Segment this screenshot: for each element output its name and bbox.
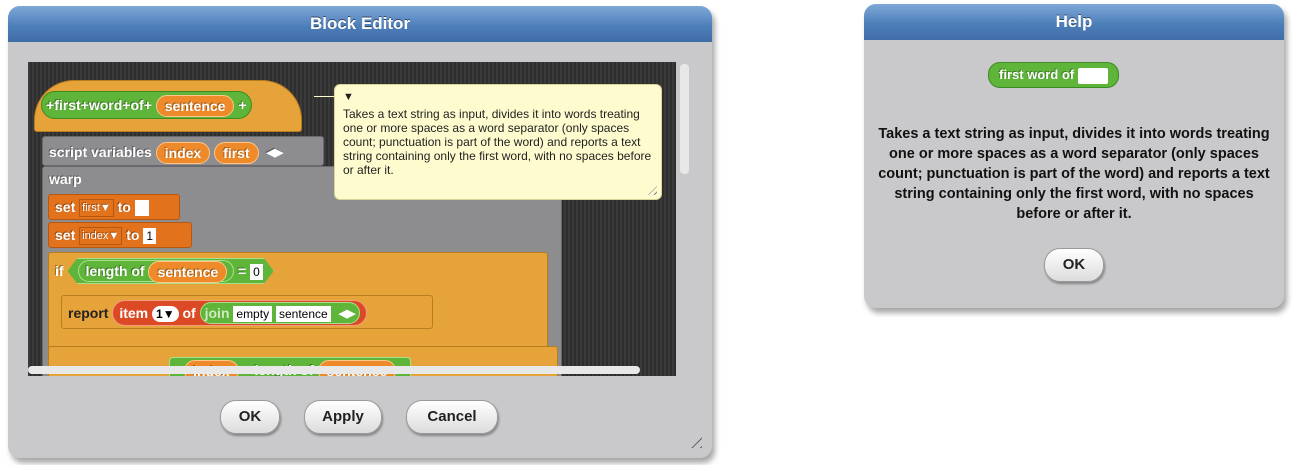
value-input[interactable]: 1 <box>143 228 156 245</box>
prototype-label-of[interactable]: of <box>130 97 143 113</box>
to-label: to <box>117 199 131 215</box>
var-first[interactable]: first <box>214 142 259 165</box>
comment-connector <box>314 96 336 97</box>
arrows-icon[interactable]: ◀▶ <box>339 304 356 324</box>
set-index-block[interactable]: set index▼ to 1 <box>48 222 192 248</box>
plus-icon[interactable]: + <box>46 97 54 113</box>
index-dropdown[interactable]: 1▼ <box>152 306 179 322</box>
set-label: set <box>55 199 76 215</box>
vertical-scrollbar[interactable] <box>680 64 689 174</box>
length-of-reporter[interactable]: length of sentence <box>78 260 234 282</box>
resize-handle-icon[interactable] <box>686 432 702 448</box>
ok-button[interactable]: OK <box>220 400 280 434</box>
sentence-input[interactable]: sentence <box>275 306 331 323</box>
plus-icon[interactable]: + <box>238 97 246 113</box>
help-title[interactable]: Help <box>864 4 1284 40</box>
script-variables-block[interactable]: script variables index first ◀▶ <box>42 136 324 166</box>
empty-input[interactable]: empty <box>233 306 273 323</box>
value-input[interactable]: 0 <box>250 264 263 280</box>
ok-button[interactable]: OK <box>1044 248 1104 282</box>
custom-block-hat[interactable]: +first+word+of+ sentence + <box>34 80 302 132</box>
report-label: report <box>68 305 109 321</box>
var-sentence[interactable]: sentence <box>148 261 227 283</box>
equals-label: = <box>238 263 247 279</box>
prototype-block[interactable]: +first+word+of+ sentence + <box>41 91 252 119</box>
of-label: of <box>182 305 196 321</box>
apply-button[interactable]: Apply <box>304 400 382 434</box>
cancel-button[interactable]: Cancel <box>406 400 498 434</box>
length-of-label: length of <box>85 263 145 279</box>
warp-label: warp <box>49 171 82 187</box>
first-word-of-block[interactable]: first word of <box>988 62 1119 88</box>
block-editor-title[interactable]: Block Editor <box>8 6 712 42</box>
join-reporter[interactable]: join empty sentence ◀▶ <box>199 302 361 324</box>
item-label: item <box>119 305 149 321</box>
comment-text[interactable]: Takes a text string as input, divides it… <box>343 107 653 177</box>
item-of-reporter[interactable]: item 1▼ of join empty sentence ◀▶ <box>112 300 368 326</box>
var-dropdown[interactable]: first▼ <box>79 199 114 218</box>
help-text: Takes a text string as input, divides it… <box>878 126 1270 222</box>
prototype-label-word[interactable]: word <box>89 97 122 113</box>
script-variables-label: script variables <box>49 144 152 160</box>
var-dropdown[interactable]: index▼ <box>79 227 123 246</box>
block-input[interactable] <box>1077 67 1108 84</box>
value-input[interactable] <box>134 200 149 217</box>
report-block[interactable]: report item 1▼ of join empty sentence ◀▶ <box>61 295 433 329</box>
to-label: to <box>126 227 140 243</box>
arrows-icon[interactable]: ◀▶ <box>266 138 283 168</box>
set-label: set <box>55 227 76 243</box>
prototype-label-first[interactable]: first <box>54 97 80 113</box>
resize-icon[interactable] <box>648 186 657 195</box>
script-area[interactable]: +first+word+of+ sentence + script variab… <box>28 62 676 376</box>
horizontal-scrollbar[interactable] <box>28 366 640 374</box>
var-index[interactable]: index <box>155 142 211 165</box>
param-sentence[interactable]: sentence <box>155 95 235 118</box>
help-dialog: Help first word of Takes a text string a… <box>864 4 1284 308</box>
equals-predicate[interactable]: length of sentence = 0 <box>67 258 273 284</box>
block-editor-dialog: Block Editor +first+word+of+ sentence + … <box>8 6 712 458</box>
block-label: first word of <box>999 67 1075 82</box>
plus-icon[interactable]: + <box>81 97 89 113</box>
plus-icon[interactable]: + <box>144 97 152 113</box>
set-first-block[interactable]: set first▼ to <box>48 194 180 220</box>
comment-note[interactable]: ▼ Takes a text string as input, divides … <box>334 84 662 200</box>
collapse-triangle-icon[interactable]: ▼ <box>343 91 653 103</box>
join-label: join <box>204 305 230 321</box>
if-label: if <box>55 263 64 279</box>
